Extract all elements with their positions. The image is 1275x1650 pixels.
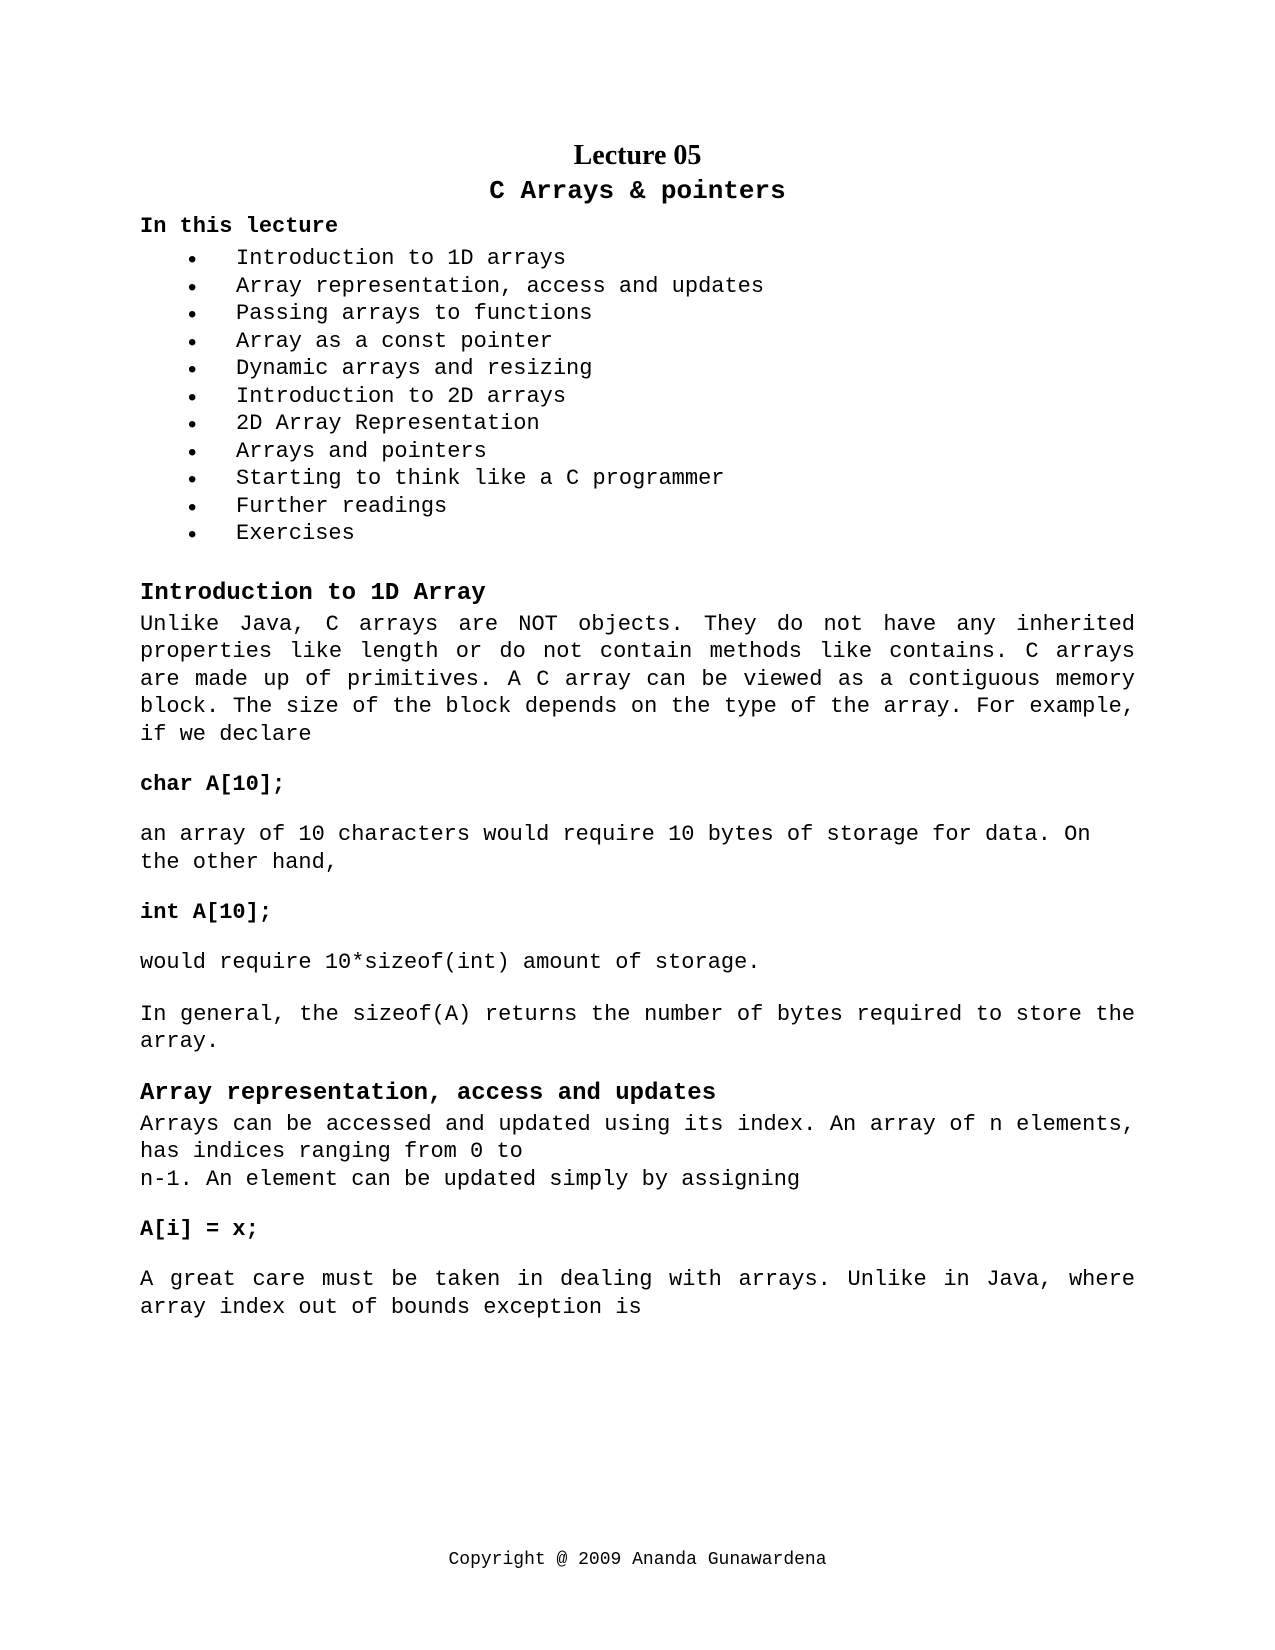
list-item: Introduction to 2D arrays bbox=[188, 383, 1135, 411]
code-snippet: int A[10]; bbox=[140, 900, 1135, 925]
body-paragraph: Unlike Java, C arrays are NOT objects. T… bbox=[140, 611, 1135, 749]
list-item: Exercises bbox=[188, 520, 1135, 548]
paragraph-line: Arrays can be accessed and updated using… bbox=[140, 1111, 1135, 1166]
list-item: Arrays and pointers bbox=[188, 438, 1135, 466]
list-item: Further readings bbox=[188, 493, 1135, 521]
list-item: Passing arrays to functions bbox=[188, 300, 1135, 328]
section-heading-intro-1d: Introduction to 1D Array bbox=[140, 580, 1135, 607]
body-paragraph: would require 10*sizeof(int) amount of s… bbox=[140, 949, 1135, 977]
body-paragraph: In general, the sizeof(A) returns the nu… bbox=[140, 1001, 1135, 1056]
body-paragraph: an array of 10 characters would require … bbox=[140, 821, 1135, 876]
code-snippet: A[i] = x; bbox=[140, 1217, 1135, 1242]
copyright-footer: Copyright @ 2009 Ananda Gunawardena bbox=[0, 1550, 1275, 1570]
list-item: Introduction to 1D arrays bbox=[188, 245, 1135, 273]
list-item: Dynamic arrays and resizing bbox=[188, 355, 1135, 383]
lecture-subtitle: C Arrays & pointers bbox=[140, 176, 1135, 206]
paragraph-line: n-1. An element can be updated simply by… bbox=[140, 1167, 800, 1192]
body-paragraph: A great care must be taken in dealing wi… bbox=[140, 1266, 1135, 1321]
in-this-lecture-label: In this lecture bbox=[140, 214, 1135, 239]
list-item: Array representation, access and updates bbox=[188, 273, 1135, 301]
list-item: Array as a const pointer bbox=[188, 328, 1135, 356]
list-item: Starting to think like a C programmer bbox=[188, 465, 1135, 493]
lecture-topics-list: Introduction to 1D arrays Array represen… bbox=[188, 245, 1135, 548]
list-item: 2D Array Representation bbox=[188, 410, 1135, 438]
lecture-title: Lecture 05 bbox=[140, 140, 1135, 172]
section-heading-array-rep: Array representation, access and updates bbox=[140, 1080, 1135, 1107]
body-paragraph: Arrays can be accessed and updated using… bbox=[140, 1111, 1135, 1194]
code-snippet: char A[10]; bbox=[140, 772, 1135, 797]
